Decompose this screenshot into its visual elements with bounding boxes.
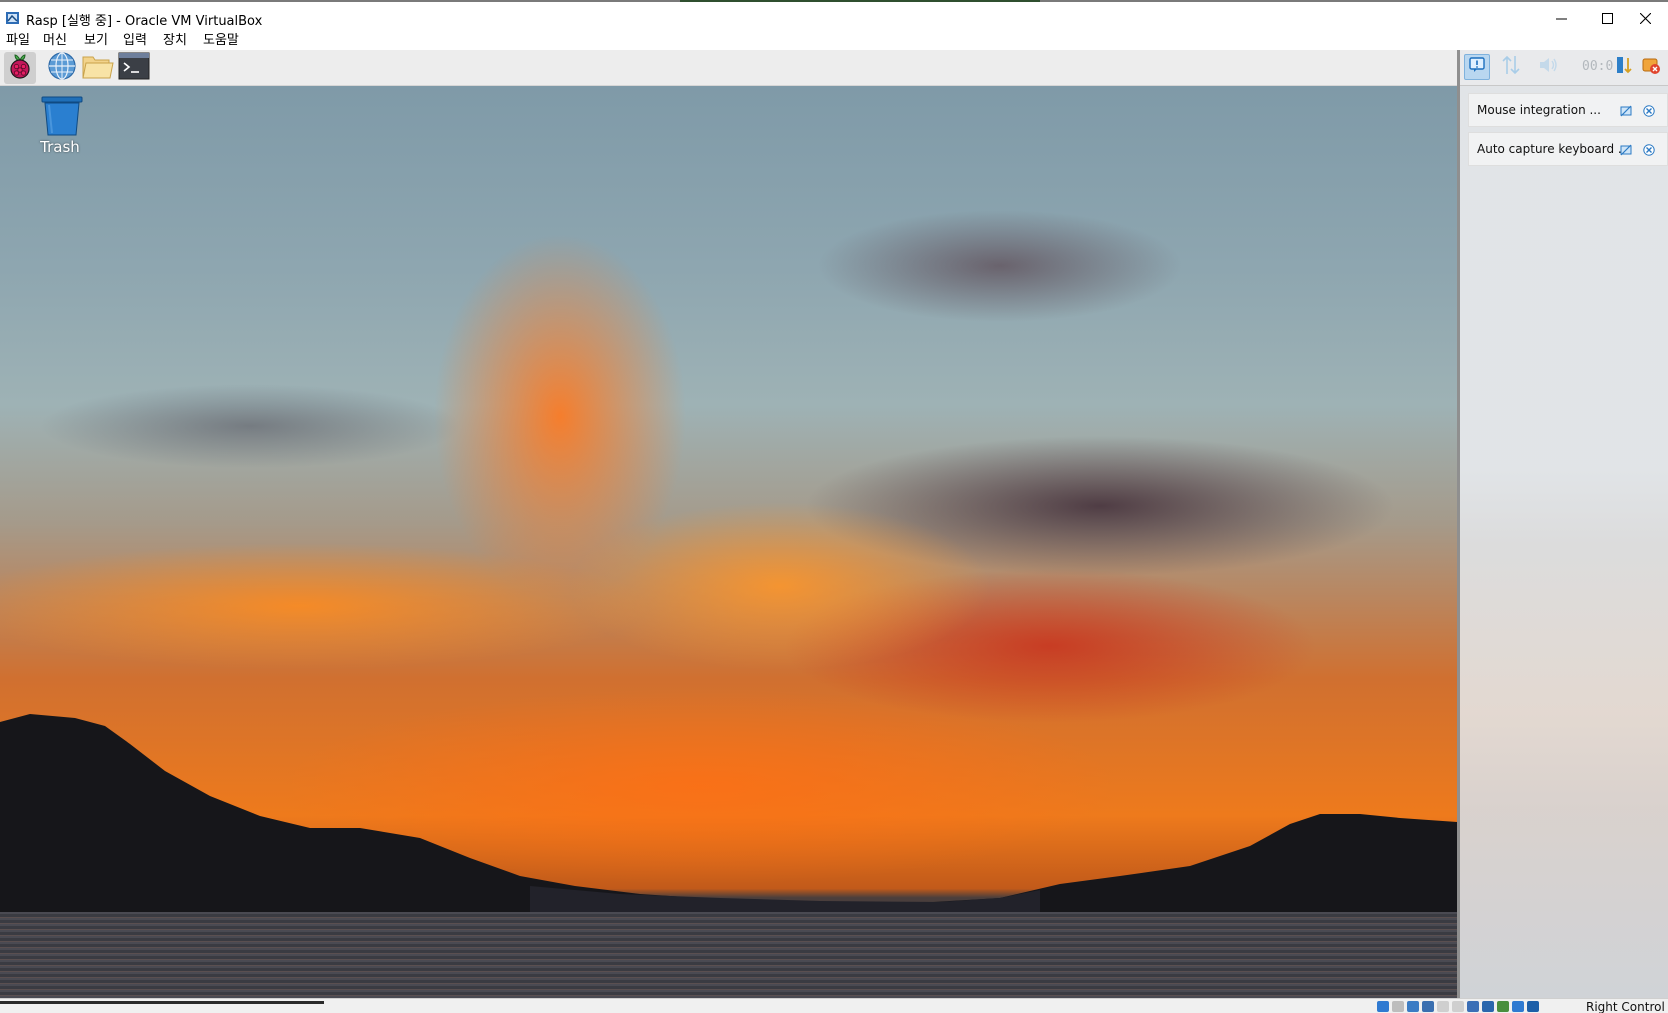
- toggle-sort-icon: [1615, 55, 1635, 79]
- close-icon: [1643, 102, 1655, 121]
- keep-finished-icon: [1641, 55, 1661, 79]
- file-manager-icon: [82, 52, 114, 84]
- terminal-button[interactable]: [118, 52, 150, 84]
- notification-center-toolbar: 00:0: [1460, 50, 1668, 86]
- web-browser-icon: [47, 51, 77, 85]
- menu-machine[interactable]: 머신: [43, 32, 67, 50]
- menu-file[interactable]: 파일: [6, 32, 30, 50]
- keyboard-capture-indicator-icon[interactable]: [1527, 1001, 1539, 1012]
- terminal-icon: [118, 52, 150, 84]
- notification-auto-capture-keyboard[interactable]: Auto capture keyboard ...: [1468, 132, 1668, 166]
- sort-icon: [1501, 54, 1521, 80]
- dismiss-notification-button[interactable]: [1642, 143, 1656, 157]
- virtualization-indicator-icon[interactable]: [1497, 1001, 1509, 1012]
- menu-input[interactable]: 입력: [123, 32, 147, 50]
- notification-center-icon: [1468, 56, 1486, 78]
- host-key-label: Right Control: [1586, 1000, 1665, 1013]
- panel-background: [1460, 50, 1668, 998]
- notification-center-button[interactable]: [1464, 54, 1490, 80]
- toggle-sort-button[interactable]: [1612, 54, 1638, 80]
- sound-button[interactable]: [1536, 54, 1562, 80]
- trash-icon: [40, 96, 83, 136]
- dont-show-again-button[interactable]: [1619, 104, 1633, 118]
- guest-desktop[interactable]: Trash: [0, 86, 1457, 998]
- vm-statusbar: Right Control: [0, 998, 1668, 1013]
- notification-mouse-integration[interactable]: Mouse integration ...: [1468, 93, 1668, 127]
- minimize-button[interactable]: [1538, 2, 1584, 34]
- notification-text: Auto capture keyboard ...: [1477, 142, 1630, 156]
- menu-devices[interactable]: 장치: [163, 32, 187, 50]
- display-indicator-icon[interactable]: [1467, 1001, 1479, 1012]
- close-icon: [1639, 12, 1651, 24]
- virtualbox-window: Rasp [실행 중] - Oracle VM VirtualBox 파일 머신…: [0, 0, 1668, 1013]
- network-indicator-icon[interactable]: [1422, 1001, 1434, 1012]
- window-titlebar[interactable]: Rasp [실행 중] - Oracle VM VirtualBox: [0, 0, 1668, 32]
- shared-folders-indicator-icon[interactable]: [1452, 1001, 1464, 1012]
- optical-drive-indicator-icon[interactable]: [1392, 1001, 1404, 1012]
- sound-icon: [1538, 56, 1560, 78]
- minimize-icon: [1555, 13, 1567, 24]
- guest-display[interactable]: Trash: [0, 50, 1457, 998]
- raspberry-menu-icon: [7, 52, 33, 84]
- menubar: 파일 머신 보기 입력 장치 도움말: [0, 32, 1668, 50]
- toolbar-time: 00:0: [1582, 59, 1614, 74]
- web-browser-button[interactable]: [46, 52, 78, 84]
- audio-indicator-icon[interactable]: [1407, 1001, 1419, 1012]
- virtualbox-app-icon: [5, 10, 21, 26]
- dismiss-notification-button[interactable]: [1642, 104, 1656, 118]
- hard-disk-indicator-icon[interactable]: [1377, 1001, 1389, 1012]
- device-indicators: [1377, 1001, 1539, 1013]
- menu-view[interactable]: 보기: [84, 32, 108, 50]
- raspberry-menu-button[interactable]: [4, 52, 36, 84]
- titlebar-accent: [680, 0, 1040, 2]
- dont-show-icon: [1620, 141, 1632, 160]
- close-button[interactable]: [1622, 2, 1668, 34]
- close-icon: [1643, 141, 1655, 160]
- dont-show-again-button[interactable]: [1619, 143, 1633, 157]
- notification-center-panel: 00:0 Mouse integration ... Auto capture …: [1457, 50, 1668, 998]
- desktop-trash[interactable]: Trash: [28, 96, 92, 166]
- menu-help[interactable]: 도움말: [203, 32, 239, 50]
- sort-button[interactable]: [1498, 54, 1524, 80]
- wallpaper-lake: [0, 912, 1457, 998]
- wallpaper-mountains: [0, 714, 1457, 914]
- guest-taskbar: [0, 50, 1457, 86]
- maximize-icon: [1601, 12, 1613, 24]
- notification-text: Mouse integration ...: [1477, 103, 1601, 117]
- mouse-integration-indicator-icon[interactable]: [1512, 1001, 1524, 1012]
- recording-indicator-icon[interactable]: [1482, 1001, 1494, 1012]
- dont-show-icon: [1620, 102, 1632, 121]
- usb-indicator-icon[interactable]: [1437, 1001, 1449, 1012]
- keep-finished-button[interactable]: [1638, 54, 1664, 80]
- statusbar-progress: [0, 1001, 324, 1004]
- file-manager-button[interactable]: [82, 52, 114, 84]
- trash-label: Trash: [40, 138, 80, 156]
- window-title: Rasp [실행 중] - Oracle VM VirtualBox: [26, 14, 263, 29]
